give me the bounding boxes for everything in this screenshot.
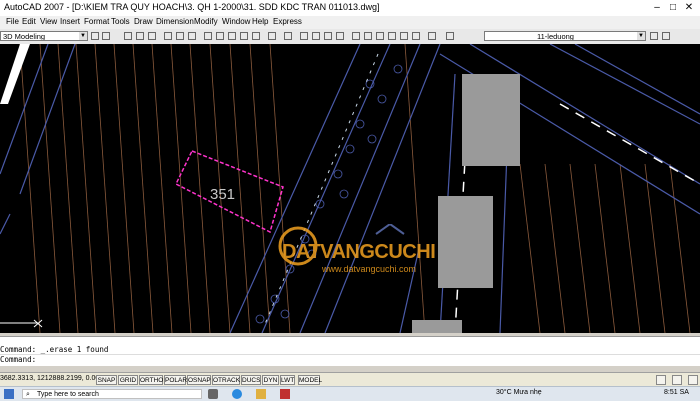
workspace-select[interactable]: 3D Modeling ▼ (0, 31, 88, 41)
publish-icon[interactable] (188, 32, 196, 40)
sheet-set-icon[interactable] (388, 32, 396, 40)
pan-icon[interactable] (300, 32, 308, 40)
menu-tools[interactable]: Tools (111, 17, 130, 26)
print-icon[interactable] (164, 32, 172, 40)
toolbar: 3D Modeling ▼ 11-leduong ▼ (0, 29, 700, 45)
parcel-label: 351 (210, 186, 235, 203)
watermark: DATVANGCUCHI www.datvangcuchi.com (278, 224, 448, 279)
ucs-icon (0, 319, 43, 328)
taskbar: ⌕ Type here to search 30°C Mưa nhẹ 8:51 … (0, 386, 700, 401)
parcel-351[interactable]: 351 (175, 150, 284, 234)
undo-icon[interactable] (268, 32, 276, 40)
grid-toggle[interactable]: GRID (118, 375, 138, 385)
gear-icon[interactable] (102, 32, 110, 40)
chevron-down-icon: ▼ (79, 32, 87, 40)
menu-file[interactable]: File (6, 17, 19, 26)
make-current-layer-icon[interactable] (650, 32, 658, 40)
paste-icon[interactable] (228, 32, 236, 40)
taskbar-search[interactable]: ⌕ Type here to search (22, 389, 202, 399)
menu-view[interactable]: View (40, 17, 57, 26)
command-history: Command: _.erase 1 found (0, 345, 109, 354)
autocad-taskbar-icon[interactable] (280, 389, 290, 399)
chevron-down-icon: ▼ (637, 32, 645, 40)
menu-help[interactable]: Help (252, 17, 268, 26)
watermark-logo: DATVANGCUCHI www.datvangcuchi.com (278, 224, 436, 274)
tool-palettes-icon[interactable] (376, 32, 384, 40)
markup-icon[interactable] (400, 32, 408, 40)
new-file-icon[interactable] (124, 32, 132, 40)
menu-draw[interactable]: Draw (134, 17, 153, 26)
zoom-window-icon[interactable] (324, 32, 332, 40)
layer-manager-icon[interactable] (446, 32, 454, 40)
layer-value: 11-leduong (537, 32, 574, 41)
menu-bar: File Edit View Insert Format Tools Draw … (0, 16, 700, 29)
command-prompt: Command: (0, 355, 37, 364)
lwt-toggle[interactable]: LWT (280, 375, 295, 385)
zoom-previous-icon[interactable] (336, 32, 344, 40)
model-tab[interactable]: MODEL (298, 375, 322, 385)
ducs-toggle[interactable]: DUCS (241, 375, 261, 385)
search-placeholder: Type here to search (37, 391, 99, 398)
cut-icon[interactable] (204, 32, 212, 40)
lock-icon[interactable] (656, 375, 666, 385)
help-icon[interactable] (428, 32, 436, 40)
ortho-toggle[interactable]: ORTHO (139, 375, 163, 385)
drawing-svg: 351 (0, 44, 700, 333)
minimize-button[interactable]: – (650, 0, 664, 16)
watermark-url: www.datvangcuchi.com (321, 264, 416, 274)
dyn-toggle[interactable]: DYN (262, 375, 279, 385)
copy-icon[interactable] (216, 32, 224, 40)
open-file-icon[interactable] (136, 32, 144, 40)
workspace-value: 3D Modeling (3, 32, 46, 41)
menu-window[interactable]: Window (222, 17, 250, 26)
white-road-band (0, 44, 30, 104)
watermark-brand: DATVANGCUCHI (282, 241, 435, 263)
redo-icon[interactable] (284, 32, 292, 40)
menu-dimension[interactable]: Dimension (156, 17, 194, 26)
clock[interactable]: 8:51 SA (664, 389, 689, 396)
menu-edit[interactable]: Edit (22, 17, 36, 26)
clean-screen-icon[interactable] (688, 375, 698, 385)
plot-preview-icon[interactable] (176, 32, 184, 40)
title-bar: AutoCAD 2007 - [D:\KIEM TRA QUY HOACH\3.… (0, 0, 700, 17)
save-icon[interactable] (148, 32, 156, 40)
status-bar: 3682.3313, 1212888.2199, 0.0000 SNAP GRI… (0, 372, 700, 387)
polar-toggle[interactable]: POLAR (164, 375, 187, 385)
weather-widget[interactable]: 30°C Mưa nhẹ (496, 389, 542, 396)
menu-modify[interactable]: Modify (194, 17, 218, 26)
building-blocks (412, 74, 520, 333)
brush-icon[interactable] (252, 32, 260, 40)
menu-format[interactable]: Format (84, 17, 109, 26)
design-center-icon[interactable] (364, 32, 372, 40)
osnap-toggle[interactable]: OSNAP (187, 375, 211, 385)
otrack-toggle[interactable]: OTRACK (212, 375, 240, 385)
match-properties-icon[interactable] (240, 32, 248, 40)
tray-settings-icon[interactable] (672, 375, 682, 385)
calculator-icon[interactable] (412, 32, 420, 40)
window-title: AutoCAD 2007 - [D:\KIEM TRA QUY HOACH\3.… (4, 2, 380, 12)
edge-browser-icon[interactable] (232, 389, 242, 399)
command-input[interactable]: Command: (0, 354, 700, 365)
layer-select[interactable]: 11-leduong ▼ (484, 31, 646, 41)
windows-start-icon[interactable] (4, 389, 14, 399)
road-dashes (264, 53, 379, 325)
coordinate-readout: 3682.3313, 1212888.2199, 0.0000 (0, 375, 108, 382)
search-icon: ⌕ (26, 391, 30, 398)
properties-icon[interactable] (352, 32, 360, 40)
file-explorer-icon[interactable] (256, 389, 266, 399)
task-view-icon[interactable] (208, 389, 218, 399)
close-button[interactable]: ✕ (682, 0, 696, 16)
maximize-button[interactable]: □ (666, 0, 680, 16)
zoom-realtime-icon[interactable] (312, 32, 320, 40)
snap-toggle[interactable]: SNAP (96, 375, 117, 385)
layer-previous-icon[interactable] (662, 32, 670, 40)
drawing-canvas[interactable]: 351 DATVANGCUCHI www.datvangcuchi.com (0, 44, 700, 333)
grid-lines (19, 44, 691, 333)
workspace-settings-icon[interactable] (91, 32, 99, 40)
menu-insert[interactable]: Insert (60, 17, 80, 26)
menu-express[interactable]: Express (273, 17, 302, 26)
